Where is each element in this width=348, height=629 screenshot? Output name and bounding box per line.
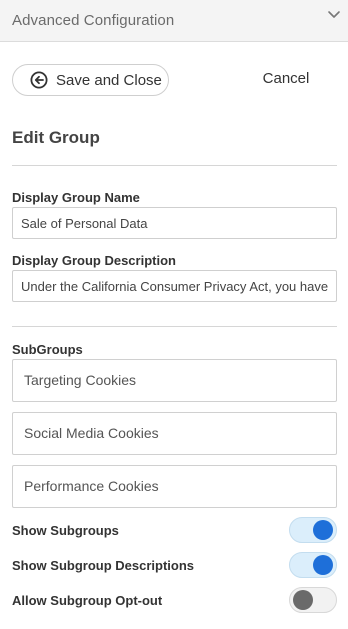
toggle-knob: [293, 590, 313, 610]
show-subgroup-descriptions-label: Show Subgroup Descriptions: [12, 558, 195, 573]
cancel-button[interactable]: Cancel: [256, 70, 316, 90]
display-group-name-input[interactable]: [12, 207, 337, 239]
display-group-name-label: Display Group Name: [12, 190, 140, 205]
show-subgroups-label: Show Subgroups: [12, 523, 119, 538]
subgroup-social-media-cookies[interactable]: Social Media Cookies: [12, 412, 337, 455]
section-divider: [12, 326, 337, 327]
subgroups-label: SubGroups: [12, 342, 83, 357]
subgroup-targeting-cookies[interactable]: Targeting Cookies: [12, 359, 337, 402]
show-subgroups-toggle[interactable]: [289, 517, 337, 543]
display-group-description-input[interactable]: [12, 270, 337, 302]
advanced-configuration-header[interactable]: Advanced Configuration: [0, 0, 348, 42]
toggle-knob: [313, 520, 333, 540]
chevron-down-icon[interactable]: [326, 7, 342, 23]
toggle-knob: [313, 555, 333, 575]
subgroup-performance-cookies[interactable]: Performance Cookies: [12, 465, 337, 508]
allow-subgroup-opt-out-label: Allow Subgroup Opt-out: [12, 593, 163, 608]
save-and-close-button[interactable]: Save and Close: [12, 64, 169, 96]
display-group-description-label: Display Group Description: [12, 253, 176, 268]
edit-group-title: Edit Group: [12, 128, 100, 147]
save-and-close-label: Save and Close: [56, 71, 162, 89]
show-subgroup-descriptions-toggle[interactable]: [289, 552, 337, 578]
header-title: Advanced Configuration: [12, 12, 175, 29]
section-divider: [12, 165, 337, 166]
allow-subgroup-opt-out-toggle[interactable]: [289, 587, 337, 613]
back-arrow-circle-icon: [30, 71, 48, 89]
